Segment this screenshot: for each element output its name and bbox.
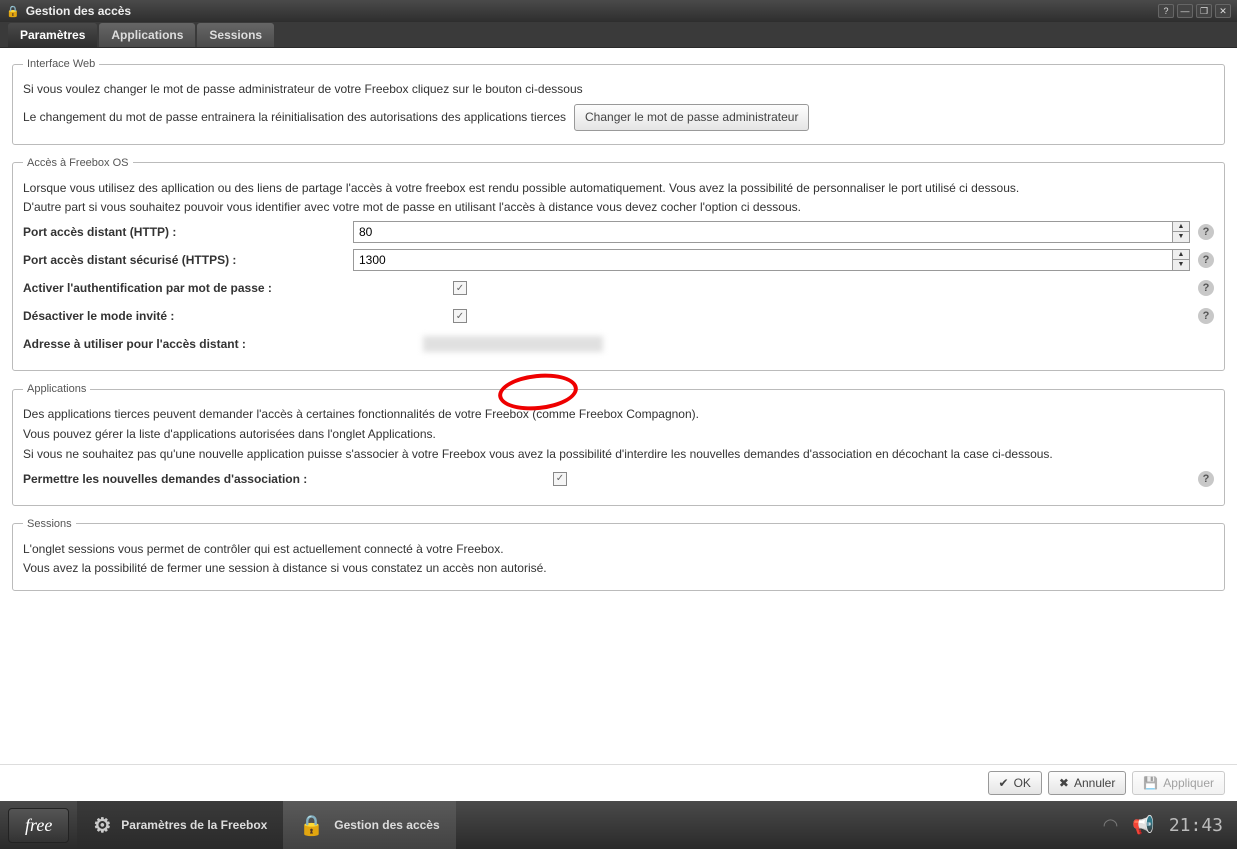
apps-line3: Si vous ne souhaitez pas qu'une nouvelle…	[23, 446, 1214, 463]
fieldset-access: Accès à Freebox OS Lorsque vous utilisez…	[12, 157, 1225, 372]
lock-icon: 🔒	[299, 813, 324, 838]
sound-icon[interactable]: 📢	[1132, 815, 1154, 836]
allow-checkbox[interactable]: ✓	[553, 472, 567, 486]
cancel-icon: ✖	[1059, 776, 1069, 790]
lock-icon: 🔒	[6, 5, 20, 18]
access-line1: Lorsque vous utilisez des apllication ou…	[23, 180, 1214, 197]
apps-line2: Vous pouvez gérer la liste d'application…	[23, 426, 1214, 443]
save-icon: 💾	[1143, 776, 1158, 790]
legend-interface-web: Interface Web	[23, 58, 99, 70]
free-logo-button[interactable]: free	[8, 808, 69, 843]
apps-line1: Des applications tierces peuvent demande…	[23, 406, 1214, 423]
https-spin-up[interactable]: ▲	[1173, 250, 1189, 260]
https-spin-down[interactable]: ▼	[1173, 260, 1189, 270]
legend-sessions: Sessions	[23, 518, 76, 530]
footer: ✔OK ✖Annuler 💾Appliquer	[0, 764, 1237, 801]
address-value	[423, 336, 603, 352]
help-icon[interactable]: ?	[1198, 308, 1214, 324]
wifi-icon[interactable]: ◠	[1103, 815, 1119, 836]
fieldset-sessions: Sessions L'onglet sessions vous permet d…	[12, 518, 1225, 592]
taskbar-settings[interactable]: ⚙ Paramètres de la Freebox	[77, 801, 283, 849]
help-button[interactable]: ?	[1158, 4, 1174, 18]
gear-icon: ⚙	[93, 813, 111, 838]
tab-strip: Paramètres Applications Sessions	[0, 22, 1237, 48]
auth-label: Activer l'authentification par mot de pa…	[23, 281, 423, 295]
address-label: Adresse à utiliser pour l'accès distant …	[23, 337, 423, 351]
help-icon[interactable]: ?	[1198, 280, 1214, 296]
row-address: Adresse à utiliser pour l'accès distant …	[23, 332, 1214, 356]
window-title: Gestion des accès	[26, 4, 1155, 18]
http-spin-up[interactable]: ▲	[1173, 222, 1189, 232]
interface-web-line2-row: Le changement du mot de passe entrainera…	[23, 104, 1214, 131]
tab-applications[interactable]: Applications	[99, 23, 195, 47]
https-input[interactable]	[353, 249, 1172, 271]
row-https: Port accès distant sécurisé (HTTPS) : ▲▼…	[23, 248, 1214, 272]
tray: ◠ 📢 21:43	[1103, 815, 1229, 836]
tab-parametres[interactable]: Paramètres	[8, 23, 97, 47]
guest-label: Désactiver le mode invité :	[23, 309, 423, 323]
legend-access: Accès à Freebox OS	[23, 157, 133, 169]
help-icon[interactable]: ?	[1198, 224, 1214, 240]
https-spinner: ▲▼	[353, 249, 1190, 271]
allow-label: Permettre les nouvelles demandes d'assoc…	[23, 472, 523, 486]
http-input[interactable]	[353, 221, 1172, 243]
taskbar: free ⚙ Paramètres de la Freebox 🔒 Gestio…	[0, 801, 1237, 849]
help-icon[interactable]: ?	[1198, 471, 1214, 487]
row-http: Port accès distant (HTTP) : ▲▼ ?	[23, 220, 1214, 244]
http-spinner: ▲▼	[353, 221, 1190, 243]
guest-checkbox[interactable]: ✓	[453, 309, 467, 323]
tab-sessions[interactable]: Sessions	[197, 23, 274, 47]
row-allow: Permettre les nouvelles demandes d'assoc…	[23, 467, 1214, 491]
http-label: Port accès distant (HTTP) :	[23, 225, 353, 239]
clock: 21:43	[1169, 815, 1223, 836]
window: 🔒 Gestion des accès ? — ❐ ✕ Paramètres A…	[0, 0, 1237, 849]
access-line2: D'autre part si vous souhaitez pouvoir v…	[23, 199, 1214, 216]
row-guest: Désactiver le mode invité : ✓ ?	[23, 304, 1214, 328]
https-label: Port accès distant sécurisé (HTTPS) :	[23, 253, 353, 267]
change-password-button[interactable]: Changer le mot de passe administrateur	[574, 104, 809, 131]
fieldset-interface-web: Interface Web Si vous voulez changer le …	[12, 58, 1225, 145]
ok-button[interactable]: ✔OK	[988, 771, 1042, 795]
interface-web-line1: Si vous voulez changer le mot de passe a…	[23, 81, 1214, 98]
interface-web-line2: Le changement du mot de passe entrainera…	[23, 109, 566, 126]
fieldset-applications: Applications Des applications tierces pe…	[12, 383, 1225, 505]
apply-button[interactable]: 💾Appliquer	[1132, 771, 1225, 795]
http-spin-down[interactable]: ▼	[1173, 232, 1189, 242]
content: Interface Web Si vous voulez changer le …	[0, 48, 1237, 764]
legend-applications: Applications	[23, 383, 90, 395]
help-icon[interactable]: ?	[1198, 252, 1214, 268]
minimize-button[interactable]: —	[1177, 4, 1193, 18]
close-button[interactable]: ✕	[1215, 4, 1231, 18]
row-auth: Activer l'authentification par mot de pa…	[23, 276, 1214, 300]
taskbar-access[interactable]: 🔒 Gestion des accès	[283, 801, 455, 849]
auth-checkbox[interactable]: ✓	[453, 281, 467, 295]
check-icon: ✔	[999, 776, 1009, 790]
sessions-line1: L'onglet sessions vous permet de contrôl…	[23, 541, 1214, 558]
titlebar: 🔒 Gestion des accès ? — ❐ ✕	[0, 0, 1237, 22]
maximize-button[interactable]: ❐	[1196, 4, 1212, 18]
cancel-button[interactable]: ✖Annuler	[1048, 771, 1126, 795]
sessions-line2: Vous avez la possibilité de fermer une s…	[23, 560, 1214, 577]
